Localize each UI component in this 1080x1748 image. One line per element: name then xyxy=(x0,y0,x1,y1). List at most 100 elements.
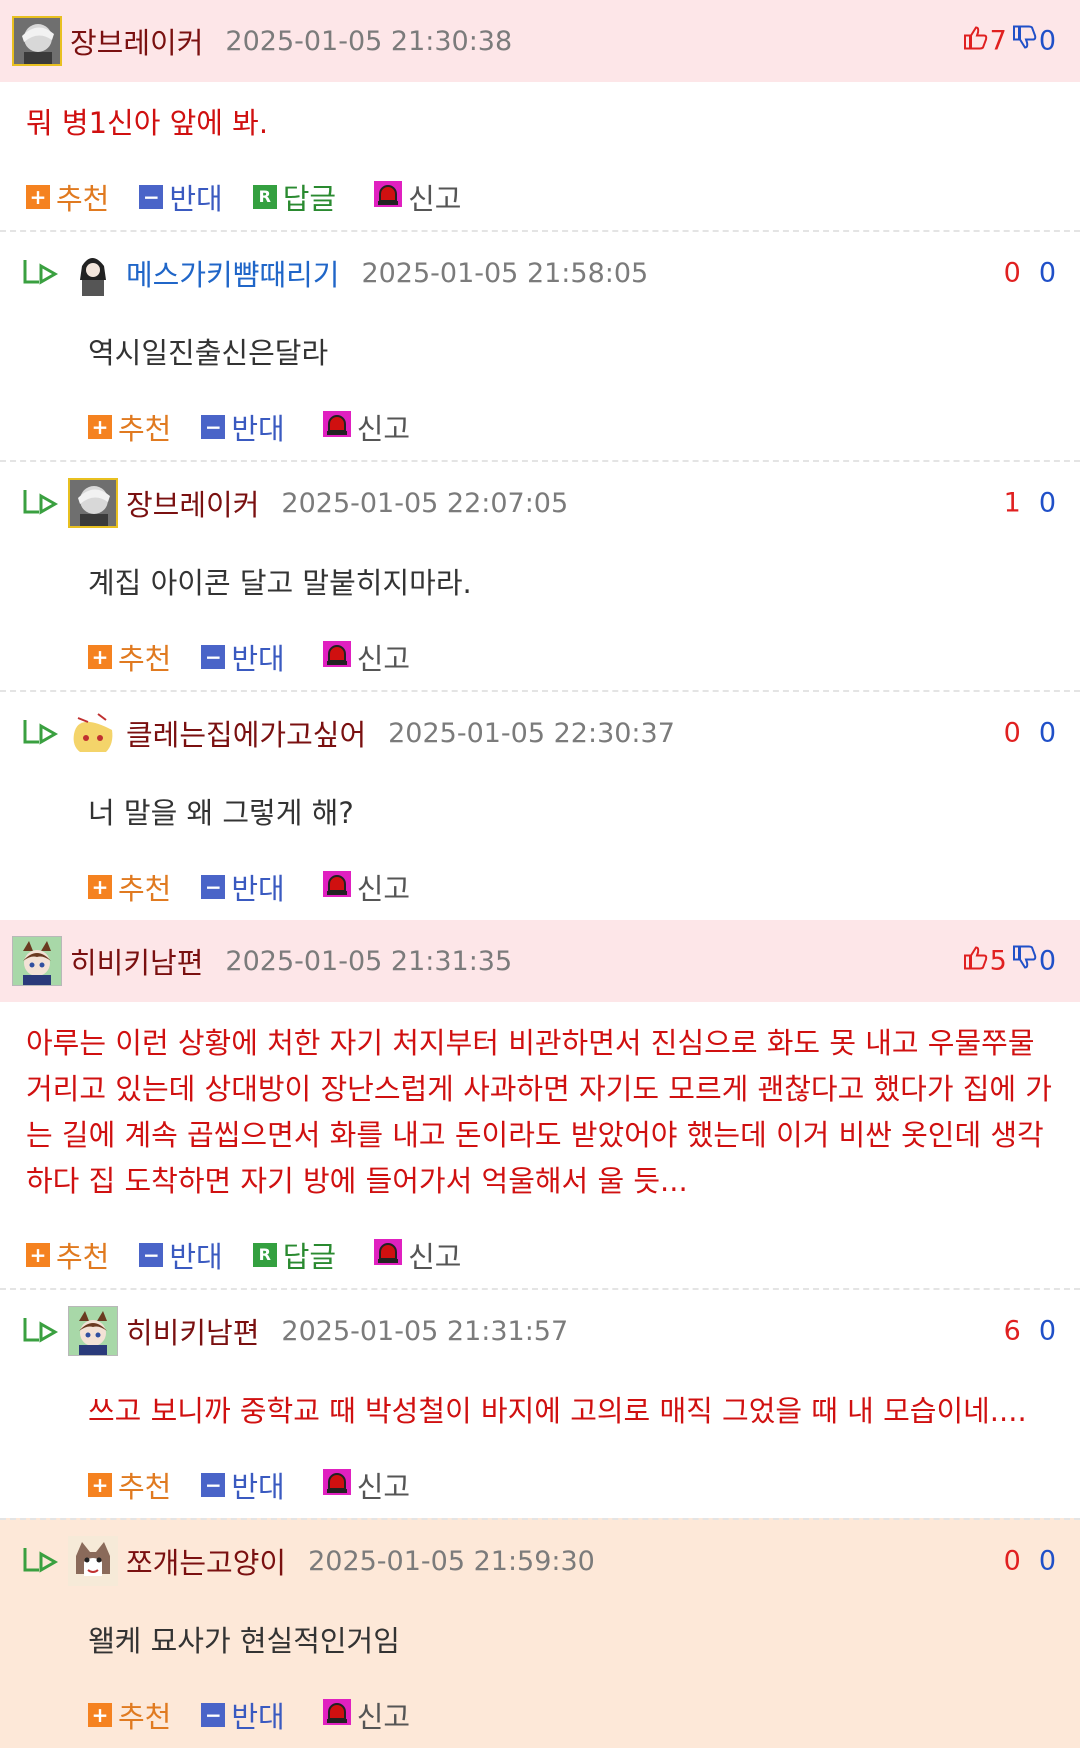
comment-list: 장브레이커 2025-01-05 21:30:38 7 0 뭐 병1신아 앞에 … xyxy=(0,0,1080,1748)
reply-comment: 장브레이커 2025-01-05 22:07:05 1 0 계집 아이콘 달고 … xyxy=(0,460,1080,690)
comment-actions: + 추천 − 반대 신고 xyxy=(88,1452,1080,1518)
comment-header: 히비키남편 2025-01-05 21:31:35 5 0 xyxy=(0,920,1080,1002)
vote-counts: 0 0 xyxy=(1004,1546,1056,1577)
timestamp: 2025-01-05 21:31:57 xyxy=(281,1315,569,1347)
report-button[interactable]: 신고 xyxy=(322,406,410,448)
plus-icon: + xyxy=(88,875,112,899)
reply-arrow-icon xyxy=(22,488,60,518)
oppose-button[interactable]: − 반대 xyxy=(201,406,285,448)
recommend-button[interactable]: + 추천 xyxy=(26,1234,109,1276)
oppose-label: 반대 xyxy=(169,182,223,216)
plus-icon: + xyxy=(88,1473,112,1497)
nickname[interactable]: 히비키남편 xyxy=(126,1310,259,1352)
comment-header: 장브레이커 2025-01-05 21:30:38 7 0 xyxy=(0,0,1080,82)
vote-counts: 7 0 xyxy=(962,25,1056,58)
thumbs-down-icon[interactable] xyxy=(1011,25,1037,58)
recommend-button[interactable]: + 추천 xyxy=(26,176,109,218)
recommend-button[interactable]: + 추천 xyxy=(88,866,171,908)
nickname[interactable]: 쪼개는고양이 xyxy=(126,1540,286,1582)
recommend-button[interactable]: + 추천 xyxy=(88,636,171,678)
report-button[interactable]: 신고 xyxy=(322,636,411,678)
siren-icon xyxy=(374,180,403,214)
report-label: 신고 xyxy=(356,1700,411,1734)
upvote-count: 0 xyxy=(1003,257,1021,289)
avatar[interactable] xyxy=(12,936,62,986)
oppose-button[interactable]: − 반대 xyxy=(201,866,285,908)
oppose-label: 반대 xyxy=(231,412,285,446)
nickname[interactable]: 히비키남편 xyxy=(70,940,203,982)
comment-header: 히비키남편 2025-01-05 21:31:57 6 0 xyxy=(0,1290,1080,1372)
comment-actions: + 추천 − 반대 신고 xyxy=(88,1682,1080,1748)
recommend-label: 추천 xyxy=(56,1240,110,1274)
timestamp: 2025-01-05 21:58:05 xyxy=(361,257,649,289)
comment-header: 장브레이커 2025-01-05 22:07:05 1 0 xyxy=(0,462,1080,544)
upvote-count: 0 xyxy=(1003,1545,1021,1577)
vote-counts: 5 0 xyxy=(962,945,1056,978)
recommend-button[interactable]: + 추천 xyxy=(88,1464,171,1506)
recommend-button[interactable]: + 추천 xyxy=(88,406,171,448)
oppose-label: 반대 xyxy=(169,1240,223,1274)
minus-icon: − xyxy=(201,645,226,669)
report-button[interactable]: 신고 xyxy=(374,1234,462,1276)
comment-text: 계집 아이콘 달고 말붙히지마라. xyxy=(88,566,472,600)
report-button[interactable]: 신고 xyxy=(322,1694,411,1736)
avatar[interactable] xyxy=(68,1536,118,1586)
oppose-button[interactable]: − 반대 xyxy=(139,1234,223,1276)
nickname[interactable]: 메스가키뺨때리기 xyxy=(126,252,339,294)
reply-arrow-icon xyxy=(22,1546,60,1576)
avatar[interactable] xyxy=(68,478,118,528)
report-button[interactable]: 신고 xyxy=(374,176,462,218)
plus-icon: + xyxy=(88,645,112,669)
reply-label: 답글 xyxy=(282,182,337,216)
plus-icon: + xyxy=(88,1703,112,1727)
siren-icon xyxy=(322,1468,351,1502)
recommend-label: 추천 xyxy=(118,1470,172,1504)
upvote-count: 5 xyxy=(989,945,1007,977)
reply-comment: 히비키남편 2025-01-05 21:31:57 6 0 쓰고 보니까 중학교… xyxy=(0,1288,1080,1518)
oppose-button[interactable]: − 반대 xyxy=(201,1464,285,1506)
recommend-label: 추천 xyxy=(56,182,110,216)
nickname[interactable]: 클레는집에가고싶어 xyxy=(126,712,366,754)
recommend-button[interactable]: + 추천 xyxy=(88,1694,171,1736)
report-label: 신고 xyxy=(356,1470,411,1504)
comment: 장브레이커 2025-01-05 21:30:38 7 0 뭐 병1신아 앞에 … xyxy=(0,0,1080,230)
thumbs-up-icon[interactable] xyxy=(962,25,988,58)
avatar[interactable] xyxy=(68,248,118,298)
recommend-label: 추천 xyxy=(118,1700,172,1734)
report-label: 신고 xyxy=(356,642,411,676)
avatar[interactable] xyxy=(12,16,62,66)
timestamp: 2025-01-05 22:30:37 xyxy=(388,717,675,749)
oppose-label: 반대 xyxy=(231,642,285,676)
minus-icon: − xyxy=(201,1703,226,1727)
reply-icon: R xyxy=(252,185,277,209)
nickname[interactable]: 장브레이커 xyxy=(70,20,203,62)
reply-comment: 메스가키뺨때리기 2025-01-05 21:58:05 0 0 역시일진출신은… xyxy=(0,230,1080,460)
reply-icon: R xyxy=(252,1243,277,1267)
vote-counts: 1 0 xyxy=(1004,488,1056,519)
thumbs-up-icon[interactable] xyxy=(962,945,988,978)
reply-button[interactable]: R 답글 xyxy=(252,1234,336,1276)
downvote-count: 0 xyxy=(1038,1315,1056,1347)
comment-text: 뭐 병1신아 앞에 봐. xyxy=(26,106,269,140)
report-button[interactable]: 신고 xyxy=(322,866,411,908)
oppose-button[interactable]: − 반대 xyxy=(201,1694,285,1736)
oppose-button[interactable]: − 반대 xyxy=(139,176,223,218)
report-button[interactable]: 신고 xyxy=(322,1464,411,1506)
comment-text: 아루는 이런 상황에 처한 자기 처지부터 비관하면서 진심으로 화도 못 내고… xyxy=(26,1026,1052,1198)
upvote-count: 1 xyxy=(1003,487,1021,519)
nickname[interactable]: 장브레이커 xyxy=(126,482,259,524)
upvote-count: 0 xyxy=(1003,717,1021,749)
report-label: 신고 xyxy=(408,1240,462,1274)
thumbs-down-icon[interactable] xyxy=(1011,945,1037,978)
comment-text: 왤케 묘사가 현실적인거임 xyxy=(88,1624,400,1658)
oppose-button[interactable]: − 반대 xyxy=(201,636,285,678)
comment-text: 역시일진출신은달라 xyxy=(88,336,329,370)
reply-button[interactable]: R 답글 xyxy=(252,176,337,218)
minus-icon: − xyxy=(201,1473,226,1497)
avatar[interactable] xyxy=(68,1306,118,1356)
report-label: 신고 xyxy=(408,182,462,216)
avatar[interactable] xyxy=(68,708,118,758)
comment-header: 메스가키뺨때리기 2025-01-05 21:58:05 0 0 xyxy=(0,232,1080,314)
report-label: 신고 xyxy=(356,872,411,906)
comment-header: 쪼개는고양이 2025-01-05 21:59:30 0 0 xyxy=(0,1520,1080,1602)
